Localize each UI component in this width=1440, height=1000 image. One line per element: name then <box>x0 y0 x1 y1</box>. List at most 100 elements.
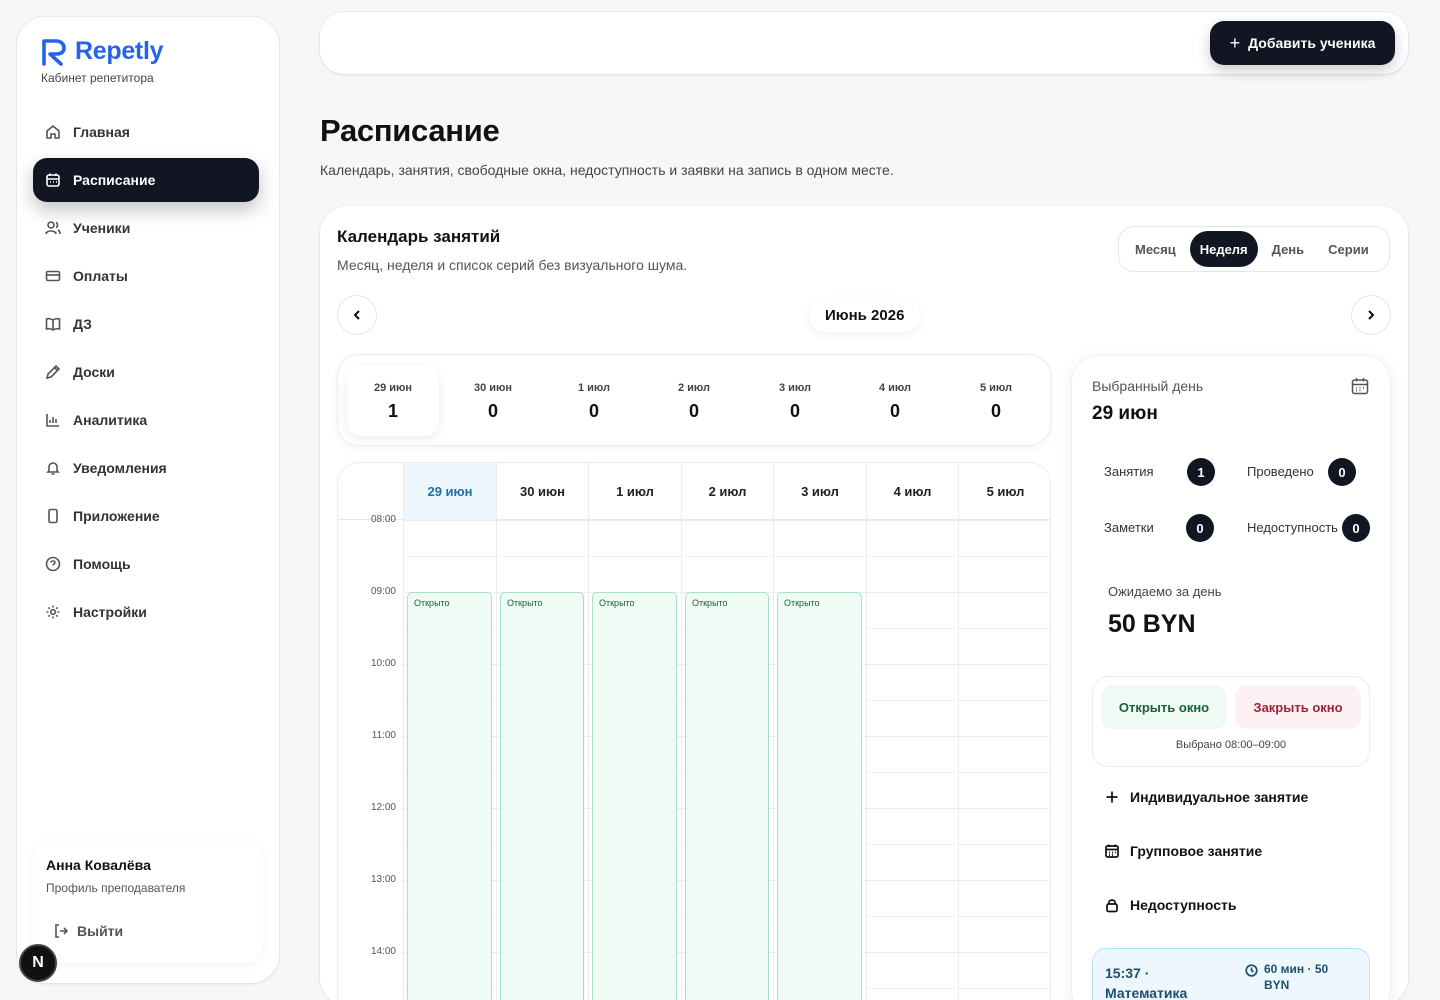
column-header-today[interactable]: 29 июн <box>403 463 496 520</box>
selected-day-date: 29 июн <box>1092 403 1158 424</box>
week-day[interactable]: 4 июл 0 <box>849 366 941 436</box>
column-header[interactable]: 5 июл <box>958 463 1050 520</box>
next-button[interactable] <box>1351 295 1391 335</box>
view-month-button[interactable]: Месяц <box>1125 231 1186 267</box>
week-day-count: 0 <box>588 401 599 421</box>
open-window-button[interactable]: Открыть окно <box>1101 685 1227 729</box>
view-day-button[interactable]: День <box>1262 231 1315 267</box>
week-day[interactable]: 2 июл 0 <box>648 366 740 436</box>
week-day-date: 5 июл <box>979 382 1013 394</box>
column-header[interactable]: 30 июн <box>496 463 588 520</box>
month-label: Июнь 2026 <box>809 298 921 332</box>
open-slot[interactable]: Открыто <box>592 592 677 1000</box>
sidebar-item-analytics[interactable]: Аналитика <box>33 398 259 442</box>
page-title: Расписание <box>320 113 500 148</box>
close-window-button[interactable]: Закрыть окно <box>1235 685 1361 729</box>
calendar-icon[interactable] <box>1350 376 1370 396</box>
sidebar-item-payments[interactable]: Оплаты <box>33 254 259 298</box>
user-name: Анна Ковалёва <box>46 857 151 873</box>
expected-label: Ожидаемо за день <box>1108 584 1222 599</box>
week-day-count: 0 <box>688 401 699 421</box>
week-day[interactable]: 3 июл 0 <box>749 366 841 436</box>
sidebar-item-help[interactable]: Помощь <box>33 542 259 586</box>
open-slot[interactable]: Открыто <box>500 592 584 1000</box>
open-slot[interactable]: Открыто <box>685 592 769 1000</box>
stat-unavailable-badge: 0 <box>1342 514 1370 542</box>
individual-lesson-button[interactable]: Индивидуальное занятие <box>1104 789 1308 805</box>
expected-value: 50 BYN <box>1108 610 1196 638</box>
sidebar-item-app[interactable]: Приложение <box>33 494 259 538</box>
grid-line <box>403 556 1050 557</box>
add-student-button[interactable]: + Добавить ученика <box>1210 21 1395 65</box>
sidebar-item-label: Настройки <box>73 604 147 620</box>
selected-range: Выбрано 08:00–09:00 <box>1175 739 1287 751</box>
lesson-card[interactable]: 15:37 · Математика 60 мин · 50 BYN <box>1092 948 1370 1000</box>
sidebar-item-label: ДЗ <box>73 316 92 332</box>
week-day[interactable]: 1 июл 0 <box>548 366 640 436</box>
logout-label: Выйти <box>77 923 124 939</box>
column-header[interactable]: 3 июл <box>773 463 866 520</box>
dev-badge[interactable]: N <box>19 944 57 982</box>
time-label: 08:00 <box>370 514 396 525</box>
logo[interactable]: Repetly <box>41 37 164 66</box>
user-icon <box>45 220 61 236</box>
week-strip: 29 июн 1 30 июн 0 1 июл 0 2 июл 0 3 июл … <box>337 354 1051 446</box>
stat-notes-badge: 0 <box>1186 514 1214 542</box>
chart-icon <box>45 412 61 428</box>
user-card: Анна Ковалёва Профиль преподавателя Выйт… <box>33 841 263 963</box>
sidebar-item-boards[interactable]: Доски <box>33 350 259 394</box>
week-day-date: 1 июл <box>577 382 611 394</box>
logout-button[interactable]: Выйти <box>53 923 123 939</box>
prev-button[interactable] <box>337 295 377 335</box>
gear-icon <box>45 604 61 620</box>
sidebar-item-label: Аналитика <box>73 412 148 428</box>
week-day[interactable]: 29 июн 1 <box>347 366 439 436</box>
week-day-date: 2 июл <box>677 382 711 394</box>
sidebar-item-settings[interactable]: Настройки <box>33 590 259 634</box>
week-day-date: 30 июн <box>473 382 513 394</box>
unavailability-button[interactable]: Недоступность <box>1104 897 1236 913</box>
time-label: 10:00 <box>370 658 396 669</box>
open-slot[interactable]: Открыто <box>407 592 492 1000</box>
unavailability-label: Недоступность <box>1130 897 1237 913</box>
sidebar-item-homework[interactable]: ДЗ <box>33 302 259 346</box>
week-day-count: 0 <box>487 401 498 421</box>
week-day-count: 0 <box>889 401 900 421</box>
sidebar: Repetly Кабинет репетитора Главная Распи… <box>17 17 279 983</box>
week-day[interactable]: 30 июн 0 <box>447 366 539 436</box>
group-lesson-label: Групповое занятие <box>1130 843 1263 859</box>
sidebar-item-home[interactable]: Главная <box>33 110 259 154</box>
column-header[interactable]: 2 июл <box>681 463 773 520</box>
chevron-right-icon <box>1368 310 1375 320</box>
column-header[interactable]: 1 июл <box>588 463 681 520</box>
sidebar-item-label: Главная <box>73 124 130 140</box>
help-icon <box>45 556 61 572</box>
window-controls: Открыть окно Закрыть окно Выбрано 08:00–… <box>1092 676 1370 767</box>
view-series-button[interactable]: Серии <box>1318 231 1379 267</box>
week-day-count: 0 <box>789 401 800 421</box>
lesson-meta: 60 мин · 50 BYN <box>1245 961 1348 993</box>
book-icon <box>45 316 61 332</box>
group-lesson-button[interactable]: Групповое занятие <box>1104 843 1262 859</box>
stat-done-label: Проведено <box>1247 464 1314 479</box>
sidebar-item-notifications[interactable]: Уведомления <box>33 446 259 490</box>
lesson-title: 15:37 · Математика <box>1105 965 1188 1000</box>
sidebar-item-label: Приложение <box>73 508 160 524</box>
add-student-label: Добавить ученика <box>1248 35 1376 51</box>
week-day-date: 3 июл <box>778 382 812 394</box>
sidebar-item-schedule[interactable]: Расписание <box>33 158 259 202</box>
sidebar-item-students[interactable]: Ученики <box>33 206 259 250</box>
sidebar-item-label: Помощь <box>73 556 131 572</box>
week-day-count: 1 <box>387 401 398 421</box>
week-day[interactable]: 5 июл 0 <box>950 366 1042 436</box>
view-week-button[interactable]: Неделя <box>1189 231 1258 267</box>
week-day-count: 0 <box>990 401 1001 421</box>
open-slot[interactable]: Открыто <box>777 592 862 1000</box>
column-header[interactable]: 4 июл <box>866 463 958 520</box>
individual-lesson-label: Индивидуальное занятие <box>1130 789 1309 805</box>
phone-icon <box>45 508 61 524</box>
selected-day-panel: Выбранный день 29 июн Занятия 1 Проведен… <box>1072 356 1390 1000</box>
calendar-icon <box>1105 844 1119 858</box>
plus-icon: + <box>1229 32 1241 53</box>
sidebar-item-label: Доски <box>73 364 115 380</box>
